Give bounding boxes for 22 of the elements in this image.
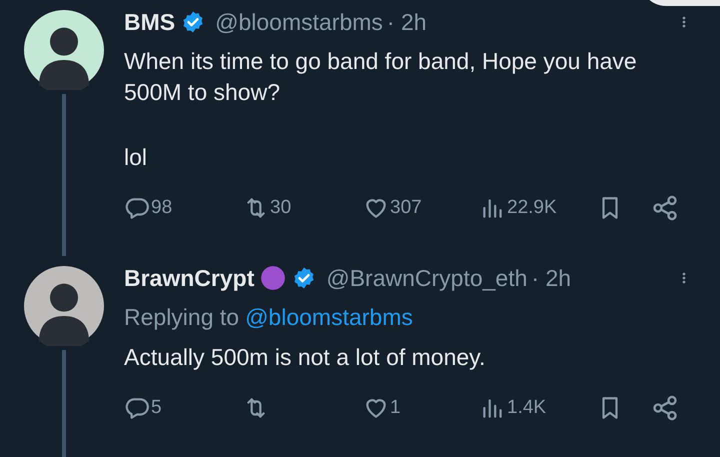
count: 1.4K [507,397,546,419]
timestamp: · 2h [386,8,427,36]
count: 98 [151,197,172,219]
share-icon[interactable] [651,394,679,422]
avatar[interactable] [24,10,104,90]
replying-label: Replying to [124,303,240,332]
timestamp: · 2h [531,264,572,292]
tweet-text: Actually 500m is not a lot of money. [124,343,486,372]
avatar[interactable] [24,266,104,346]
count: 1 [390,397,401,419]
count: 307 [390,197,422,219]
user-handle[interactable]: @bloomstarbms [215,8,383,36]
display-name[interactable]: BrawnCrypt [124,264,254,292]
share-icon[interactable] [651,194,679,222]
tweet-text: lol [124,143,148,172]
tweet-text: When its time to go band for band, Hope you have 500M to show? [124,47,638,107]
display-name[interactable]: BMS [124,8,176,36]
count: 30 [270,197,292,219]
count: 5 [151,397,162,419]
mention-link[interactable]: @bloomstarbms [245,302,413,333]
user-handle[interactable]: @BrawnCrypto_eth [326,264,528,292]
count: 22.9K [507,197,557,219]
